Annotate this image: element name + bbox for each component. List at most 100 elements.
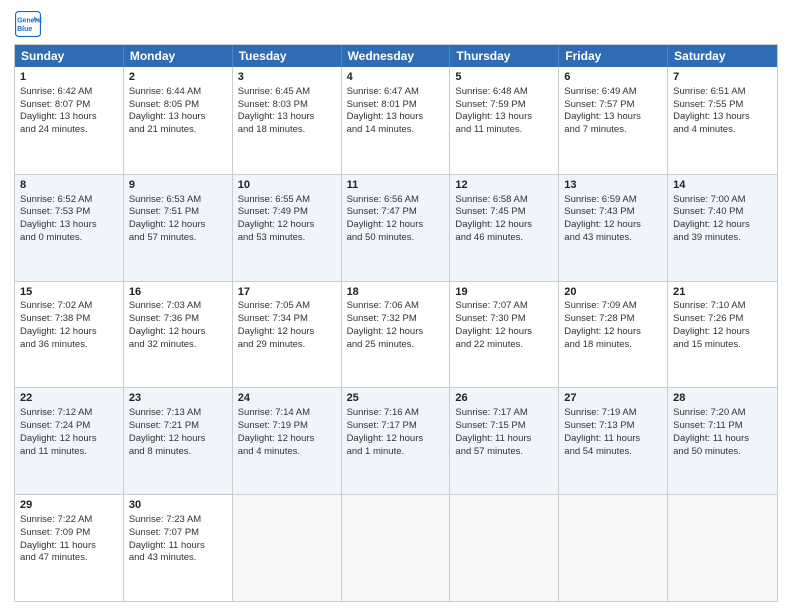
daylight-extra: and 1 minute. — [347, 446, 405, 457]
sunset: Sunset: 7:17 PM — [347, 420, 417, 431]
daylight: Daylight: 12 hours — [347, 219, 424, 230]
sunrise: Sunrise: 7:17 AM — [455, 407, 527, 418]
sunset: Sunset: 7:32 PM — [347, 313, 417, 324]
daylight: Daylight: 12 hours — [129, 219, 206, 230]
sunset: Sunset: 7:07 PM — [129, 527, 199, 538]
sunrise: Sunrise: 7:16 AM — [347, 407, 419, 418]
day-cell-5: 5 Sunrise: 6:48 AM Sunset: 7:59 PM Dayli… — [450, 67, 559, 174]
sunset: Sunset: 7:43 PM — [564, 206, 634, 217]
daylight-extra: and 43 minutes. — [129, 552, 197, 563]
calendar-row-4: 22 Sunrise: 7:12 AM Sunset: 7:24 PM Dayl… — [15, 387, 777, 494]
day-cell-22: 22 Sunrise: 7:12 AM Sunset: 7:24 PM Dayl… — [15, 388, 124, 494]
daylight: Daylight: 12 hours — [455, 326, 532, 337]
daylight-extra: and 18 minutes. — [238, 124, 306, 135]
day-cell-4: 4 Sunrise: 6:47 AM Sunset: 8:01 PM Dayli… — [342, 67, 451, 174]
sunrise: Sunrise: 7:10 AM — [673, 300, 745, 311]
sunrise: Sunrise: 7:19 AM — [564, 407, 636, 418]
daylight-extra: and 57 minutes. — [129, 232, 197, 243]
svg-text:General: General — [17, 17, 42, 24]
day-cell-27: 27 Sunrise: 7:19 AM Sunset: 7:13 PM Dayl… — [559, 388, 668, 494]
calendar-row-5: 29 Sunrise: 7:22 AM Sunset: 7:09 PM Dayl… — [15, 494, 777, 601]
day-cell-8: 8 Sunrise: 6:52 AM Sunset: 7:53 PM Dayli… — [15, 175, 124, 281]
day-cell-24: 24 Sunrise: 7:14 AM Sunset: 7:19 PM Dayl… — [233, 388, 342, 494]
header-day-monday: Monday — [124, 45, 233, 67]
sunrise: Sunrise: 7:05 AM — [238, 300, 310, 311]
sunset: Sunset: 7:13 PM — [564, 420, 634, 431]
svg-text:Blue: Blue — [17, 26, 32, 33]
day-cell-6: 6 Sunrise: 6:49 AM Sunset: 7:57 PM Dayli… — [559, 67, 668, 174]
daylight-extra: and 25 minutes. — [347, 339, 415, 350]
day-cell-2: 2 Sunrise: 6:44 AM Sunset: 8:05 PM Dayli… — [124, 67, 233, 174]
day-number: 21 — [673, 285, 772, 300]
sunrise: Sunrise: 7:20 AM — [673, 407, 745, 418]
day-cell-15: 15 Sunrise: 7:02 AM Sunset: 7:38 PM Dayl… — [15, 282, 124, 388]
sunset: Sunset: 7:11 PM — [673, 420, 743, 431]
calendar-row-1: 1 Sunrise: 6:42 AM Sunset: 8:07 PM Dayli… — [15, 67, 777, 174]
day-cell-26: 26 Sunrise: 7:17 AM Sunset: 7:15 PM Dayl… — [450, 388, 559, 494]
calendar-row-2: 8 Sunrise: 6:52 AM Sunset: 7:53 PM Dayli… — [15, 174, 777, 281]
day-number: 26 — [455, 391, 553, 406]
day-number: 15 — [20, 285, 118, 300]
daylight-extra: and 50 minutes. — [347, 232, 415, 243]
sunset: Sunset: 7:09 PM — [20, 527, 90, 538]
day-number: 11 — [347, 178, 445, 193]
daylight: Daylight: 12 hours — [564, 219, 641, 230]
day-number: 25 — [347, 391, 445, 406]
sunrise: Sunrise: 7:22 AM — [20, 514, 92, 525]
daylight-extra: and 4 minutes. — [673, 124, 735, 135]
header-day-sunday: Sunday — [15, 45, 124, 67]
daylight: Daylight: 13 hours — [564, 111, 641, 122]
daylight-extra: and 36 minutes. — [20, 339, 88, 350]
sunset: Sunset: 7:55 PM — [673, 99, 743, 110]
daylight-extra: and 39 minutes. — [673, 232, 741, 243]
daylight-extra: and 4 minutes. — [238, 446, 300, 457]
sunset: Sunset: 7:26 PM — [673, 313, 743, 324]
day-number: 18 — [347, 285, 445, 300]
daylight: Daylight: 11 hours — [455, 433, 531, 444]
day-cell-17: 17 Sunrise: 7:05 AM Sunset: 7:34 PM Dayl… — [233, 282, 342, 388]
sunset: Sunset: 7:36 PM — [129, 313, 199, 324]
day-cell-empty-4-2 — [233, 495, 342, 601]
daylight: Daylight: 12 hours — [20, 326, 97, 337]
daylight-extra: and 57 minutes. — [455, 446, 523, 457]
sunset: Sunset: 7:40 PM — [673, 206, 743, 217]
day-cell-23: 23 Sunrise: 7:13 AM Sunset: 7:21 PM Dayl… — [124, 388, 233, 494]
sunset: Sunset: 7:19 PM — [238, 420, 308, 431]
day-cell-20: 20 Sunrise: 7:09 AM Sunset: 7:28 PM Dayl… — [559, 282, 668, 388]
calendar-body: 1 Sunrise: 6:42 AM Sunset: 8:07 PM Dayli… — [15, 67, 777, 601]
sunrise: Sunrise: 6:44 AM — [129, 86, 201, 97]
day-cell-25: 25 Sunrise: 7:16 AM Sunset: 7:17 PM Dayl… — [342, 388, 451, 494]
daylight: Daylight: 13 hours — [455, 111, 532, 122]
day-number: 16 — [129, 285, 227, 300]
daylight: Daylight: 12 hours — [238, 433, 315, 444]
day-cell-7: 7 Sunrise: 6:51 AM Sunset: 7:55 PM Dayli… — [668, 67, 777, 174]
header-day-friday: Friday — [559, 45, 668, 67]
sunrise: Sunrise: 6:59 AM — [564, 194, 636, 205]
sunrise: Sunrise: 7:02 AM — [20, 300, 92, 311]
daylight-extra: and 21 minutes. — [129, 124, 197, 135]
sunset: Sunset: 8:07 PM — [20, 99, 90, 110]
day-cell-9: 9 Sunrise: 6:53 AM Sunset: 7:51 PM Dayli… — [124, 175, 233, 281]
daylight: Daylight: 13 hours — [129, 111, 206, 122]
daylight: Daylight: 13 hours — [673, 111, 750, 122]
day-number: 8 — [20, 178, 118, 193]
sunrise: Sunrise: 6:56 AM — [347, 194, 419, 205]
header-day-thursday: Thursday — [450, 45, 559, 67]
daylight-extra: and 22 minutes. — [455, 339, 523, 350]
sunrise: Sunrise: 6:42 AM — [20, 86, 92, 97]
page-header: General Blue — [14, 10, 778, 38]
daylight-extra: and 8 minutes. — [129, 446, 191, 457]
sunrise: Sunrise: 6:53 AM — [129, 194, 201, 205]
day-number: 9 — [129, 178, 227, 193]
calendar: SundayMondayTuesdayWednesdayThursdayFrid… — [14, 44, 778, 602]
sunrise: Sunrise: 6:49 AM — [564, 86, 636, 97]
sunset: Sunset: 7:59 PM — [455, 99, 525, 110]
daylight-extra: and 54 minutes. — [564, 446, 632, 457]
daylight: Daylight: 12 hours — [673, 219, 750, 230]
day-cell-18: 18 Sunrise: 7:06 AM Sunset: 7:32 PM Dayl… — [342, 282, 451, 388]
sunset: Sunset: 7:47 PM — [347, 206, 417, 217]
sunset: Sunset: 7:30 PM — [455, 313, 525, 324]
day-number: 17 — [238, 285, 336, 300]
daylight-extra: and 46 minutes. — [455, 232, 523, 243]
day-cell-28: 28 Sunrise: 7:20 AM Sunset: 7:11 PM Dayl… — [668, 388, 777, 494]
